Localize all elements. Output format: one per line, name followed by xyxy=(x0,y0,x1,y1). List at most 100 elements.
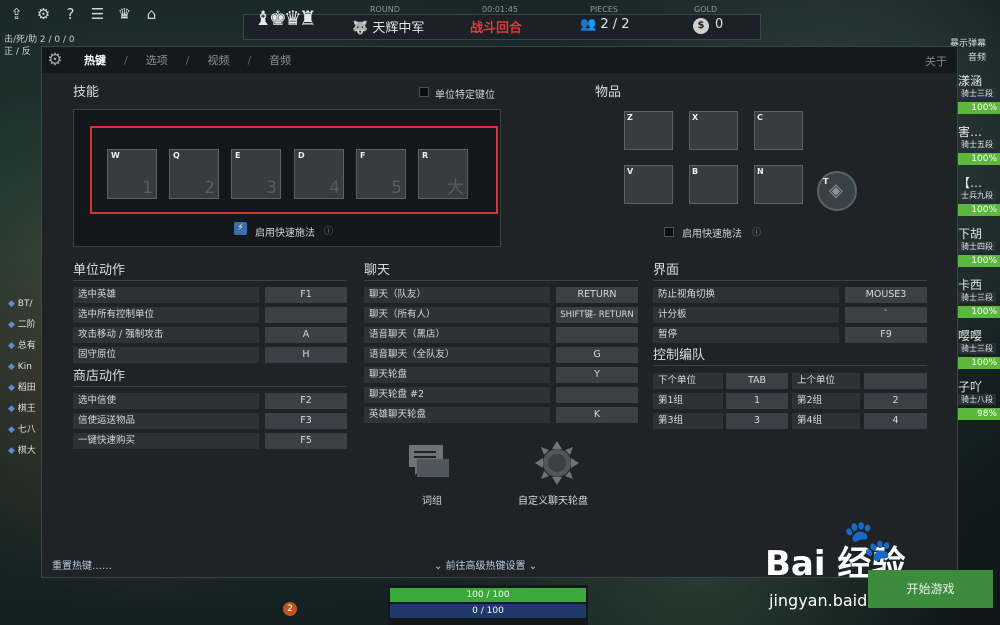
item-slot[interactable]: B xyxy=(689,165,738,204)
skill-number: 1 xyxy=(142,178,153,198)
wolf-icon: 🐺 xyxy=(352,21,373,36)
skill-number: 大 xyxy=(447,178,464,198)
hotkey-value[interactable] xyxy=(556,387,638,403)
health-bar: 100 / 100 xyxy=(390,588,586,602)
trophy-icon[interactable]: ♛ xyxy=(116,6,133,23)
start-game-button[interactable]: 开始游戏 xyxy=(868,570,993,608)
chevron-down-icon: ⌄ xyxy=(525,561,538,572)
hotkey-value[interactable]: RETURN xyxy=(556,287,638,303)
quick-cast-icon[interactable]: ⚡ xyxy=(234,222,247,235)
help-icon[interactable]: ? xyxy=(62,6,79,23)
hotkey-label: 聊天轮盘 #2 xyxy=(364,387,550,403)
kda-line: 击/死/助 2 / 0 / 0 xyxy=(4,35,75,45)
mana-bar: 0 / 100 xyxy=(390,604,586,618)
hotkey-value[interactable]: F3 xyxy=(265,413,347,429)
skill-key: E xyxy=(235,151,241,160)
player-item[interactable]: 棋大 xyxy=(8,441,36,462)
hotkey-value[interactable]: ` xyxy=(845,307,927,323)
tab-video[interactable]: 视频 xyxy=(207,52,229,68)
camera-icon[interactable]: ⌂ xyxy=(143,6,160,23)
hotkey-value[interactable]: F1 xyxy=(265,287,347,303)
player-rank: 骑士四段 xyxy=(958,241,996,252)
hotkey-value[interactable]: F9 xyxy=(845,327,927,343)
hotkey-value[interactable]: SHIFT键- RETURN xyxy=(556,307,638,323)
hotkey-value[interactable]: F5 xyxy=(265,433,347,449)
advanced-hotkeys-link[interactable]: ⌄ 前往高级热键设置 ⌄ xyxy=(434,557,537,572)
pieces-label: PIECES xyxy=(590,5,618,14)
list-icon[interactable]: ☰ xyxy=(89,6,106,23)
tab-hotkeys[interactable]: 热键 xyxy=(84,52,106,68)
player-item[interactable]: 七八 xyxy=(8,420,36,441)
hotkey-value[interactable] xyxy=(265,307,347,323)
faction: 🐺 天辉中军 xyxy=(352,17,424,36)
hotkey-value[interactable]: 2 xyxy=(864,393,927,409)
item-slot[interactable]: C xyxy=(754,111,803,150)
skill-key: Q xyxy=(173,151,180,160)
player-rank: 骑士五段 xyxy=(958,139,996,150)
player-rank: 骑士三段 xyxy=(958,343,996,354)
info-icon[interactable]: ⓘ xyxy=(324,224,333,237)
item-quick-cast-checkbox[interactable] xyxy=(664,227,674,237)
neutral-item-slot[interactable]: T ◈ xyxy=(817,171,857,211)
hotkey-label: 攻击移动 / 强制攻击 xyxy=(73,327,259,343)
chat-bubble-icon[interactable] xyxy=(407,443,453,491)
player-item[interactable]: BT/ xyxy=(8,294,36,315)
info-icon[interactable]: ⓘ xyxy=(752,225,761,238)
hotkey-value[interactable]: G xyxy=(556,347,638,363)
skill-slot[interactable]: E3 xyxy=(231,149,281,199)
skill-key: F xyxy=(360,151,366,160)
item-key: X xyxy=(692,113,699,122)
upload-icon[interactable]: ⇪ xyxy=(8,6,25,23)
hotkey-value[interactable]: TAB xyxy=(726,373,788,389)
skill-slot[interactable]: R大 xyxy=(418,149,468,199)
skill-number: 5 xyxy=(391,178,402,198)
player-item[interactable]: 总有 xyxy=(8,336,36,357)
hotkey-value[interactable]: K xyxy=(556,407,638,423)
player-name: 嘤嘤 xyxy=(957,329,982,343)
tab-options[interactable]: 选项 xyxy=(146,52,168,68)
gear-icon[interactable]: ⚙ xyxy=(35,6,52,23)
hotkey-value[interactable]: F2 xyxy=(265,393,347,409)
hotkey-value[interactable]: A xyxy=(265,327,347,343)
hotkey-value[interactable] xyxy=(556,327,638,343)
pieces-count: 👥 2 / 2 xyxy=(580,17,630,32)
player-name: 下胡 xyxy=(957,227,982,241)
item-slot[interactable]: V xyxy=(624,165,673,204)
tab-about[interactable]: 关于 xyxy=(925,53,947,69)
hotkey-value[interactable]: 3 xyxy=(726,413,788,429)
skill-number: 4 xyxy=(329,178,340,198)
skill-key: W xyxy=(111,151,120,160)
item-slot[interactable]: Z xyxy=(624,111,673,150)
hotkey-label: 第1组 xyxy=(653,393,723,409)
top-toolbar: ⇪ ⚙ ? ☰ ♛ ⌂ xyxy=(8,6,160,23)
hotkey-value[interactable]: Y xyxy=(556,367,638,383)
hotkey-value[interactable]: 1 xyxy=(726,393,788,409)
gear-icon[interactable]: ⚙ xyxy=(46,51,64,69)
chat-wheel-icon[interactable] xyxy=(532,439,582,495)
reset-hotkeys-link[interactable]: 重置热键…… xyxy=(52,557,112,572)
hotkey-label: 防止视角切换 xyxy=(653,287,839,303)
skill-slot[interactable]: F5 xyxy=(356,149,406,199)
coin-icon: $ xyxy=(693,18,709,34)
tab-audio[interactable]: 音频 xyxy=(269,52,291,68)
skill-slot[interactable]: D4 xyxy=(294,149,344,199)
hotkey-value[interactable]: H xyxy=(265,347,347,363)
unit-specific-checkbox[interactable] xyxy=(419,87,429,97)
item-slot[interactable]: X xyxy=(689,111,738,150)
player-item[interactable]: 稻田 xyxy=(8,378,36,399)
audio-toggle[interactable]: 音频 xyxy=(968,50,986,63)
hotkey-label: 第3组 xyxy=(653,413,723,429)
player-item[interactable]: 二阶 xyxy=(8,315,36,336)
item-slot[interactable]: N xyxy=(754,165,803,204)
player-item[interactable]: Kin xyxy=(8,357,36,378)
hotkey-label: 聊天轮盘 xyxy=(364,367,550,383)
hotkey-label: 信使运送物品 xyxy=(73,413,259,429)
player-name: 卡西 xyxy=(957,278,982,292)
player-item[interactable]: 棋王 xyxy=(8,399,36,420)
skill-slot[interactable]: Q2 xyxy=(169,149,219,199)
skill-slot[interactable]: W1 xyxy=(107,149,157,199)
hotkey-value[interactable] xyxy=(864,373,927,389)
hotkey-value[interactable]: MOUSE3 xyxy=(845,287,927,303)
chat-title: 聊天 xyxy=(364,259,638,281)
hotkey-value[interactable]: 4 xyxy=(864,413,927,429)
